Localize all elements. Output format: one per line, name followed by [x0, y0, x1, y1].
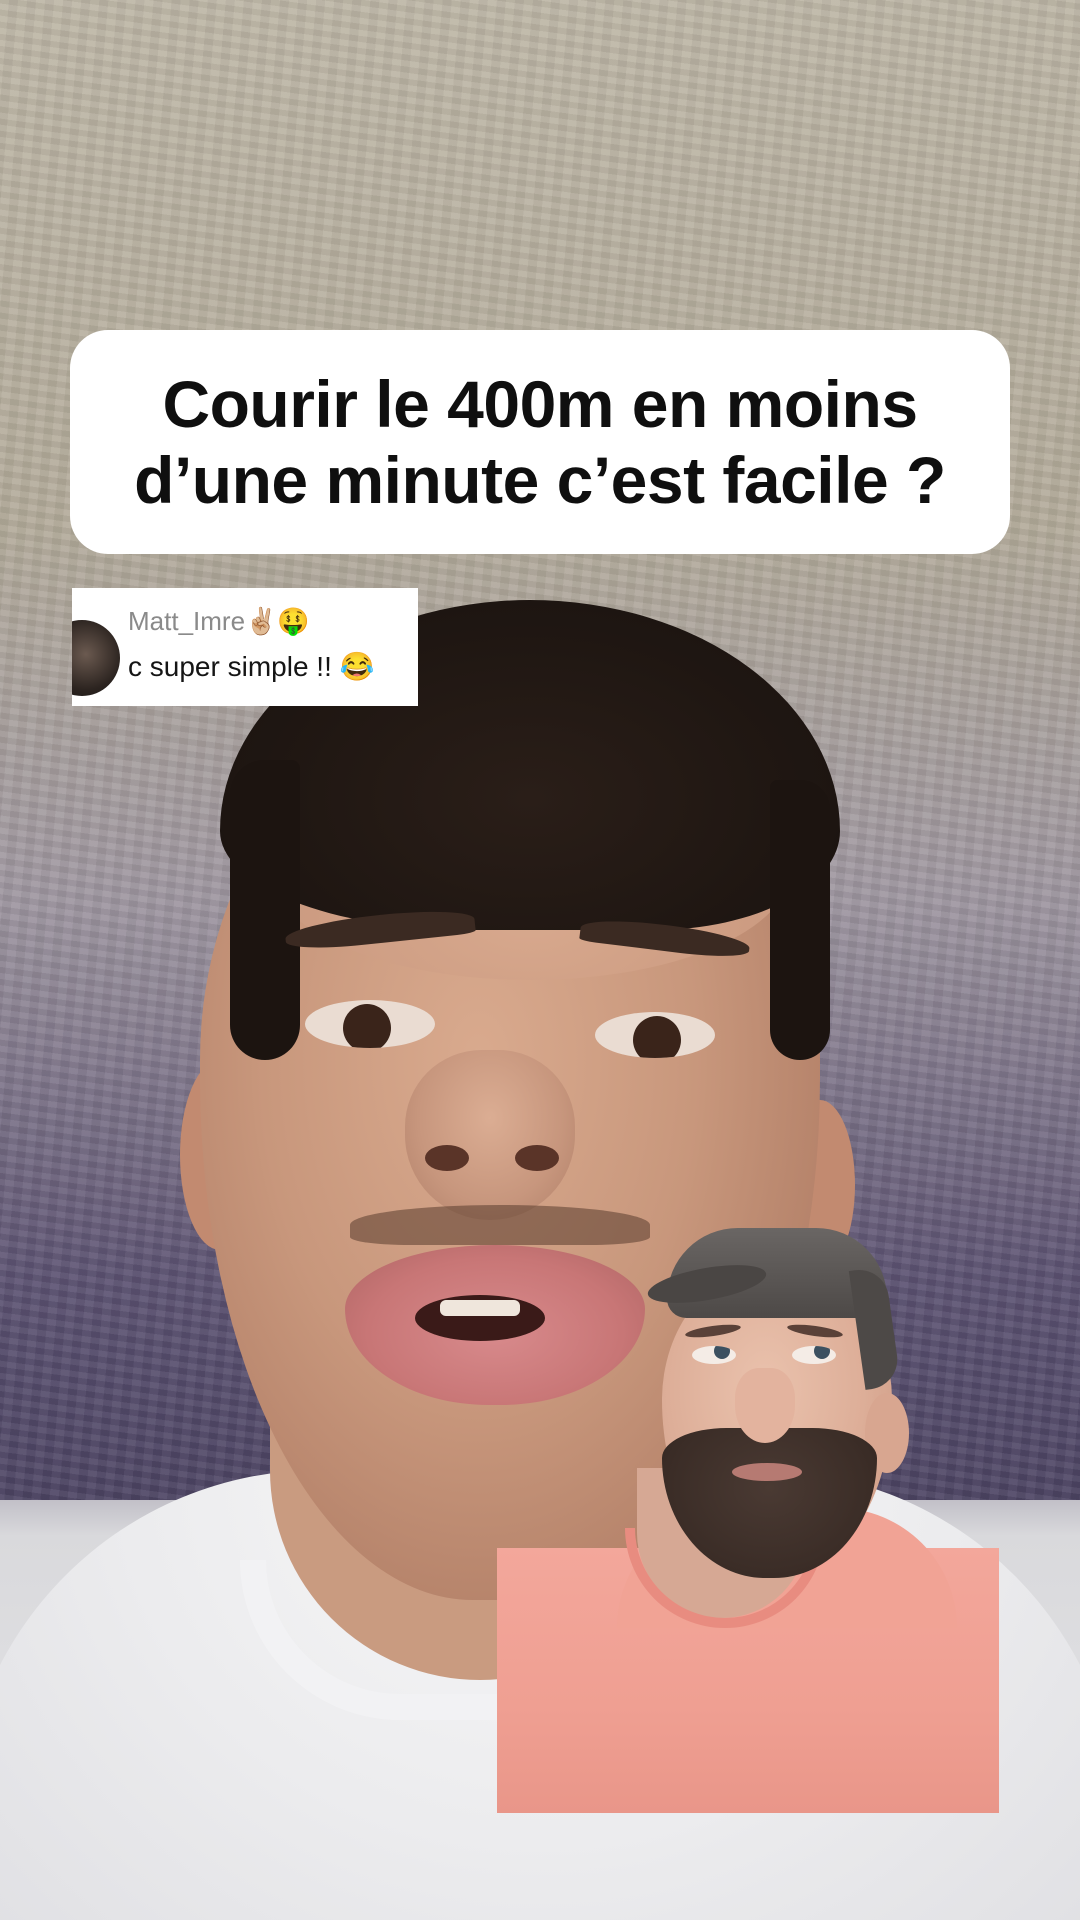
- reply-comment-sticker[interactable]: Matt_Imre✌🏼🤑 c super simple !! 😂: [72, 588, 418, 706]
- main-person-nostril-left: [425, 1145, 469, 1171]
- video-caption-card: Courir le 400m en moins d’une minute c’e…: [70, 330, 1010, 554]
- main-person-left-eye: [305, 1000, 435, 1048]
- reply-comment-text: c super simple !! 😂: [128, 651, 375, 682]
- pip-overlay-person: [497, 1228, 999, 1813]
- caption-line-2: d’une minute c’est facile ?: [134, 443, 946, 517]
- pip-person-nose: [735, 1368, 795, 1443]
- main-person-hair-right: [770, 780, 830, 1060]
- caption-line-1: Courir le 400m en moins: [162, 367, 918, 441]
- main-person-hair-left: [230, 760, 300, 1060]
- pip-person-lips: [732, 1463, 802, 1481]
- pip-person-left-eye: [692, 1346, 736, 1364]
- user-avatar-icon: [72, 620, 120, 696]
- pip-person-right-eye: [792, 1346, 836, 1364]
- main-person-right-eye: [595, 1012, 715, 1058]
- video-caption-text: Courir le 400m en moins d’une minute c’e…: [134, 366, 946, 518]
- main-person-nostril-right: [515, 1145, 559, 1171]
- video-frame[interactable]: Courir le 400m en moins d’une minute c’e…: [0, 0, 1080, 1920]
- main-person-nose: [405, 1050, 575, 1220]
- reply-comment-username: Matt_Imre✌🏼🤑: [128, 606, 310, 636]
